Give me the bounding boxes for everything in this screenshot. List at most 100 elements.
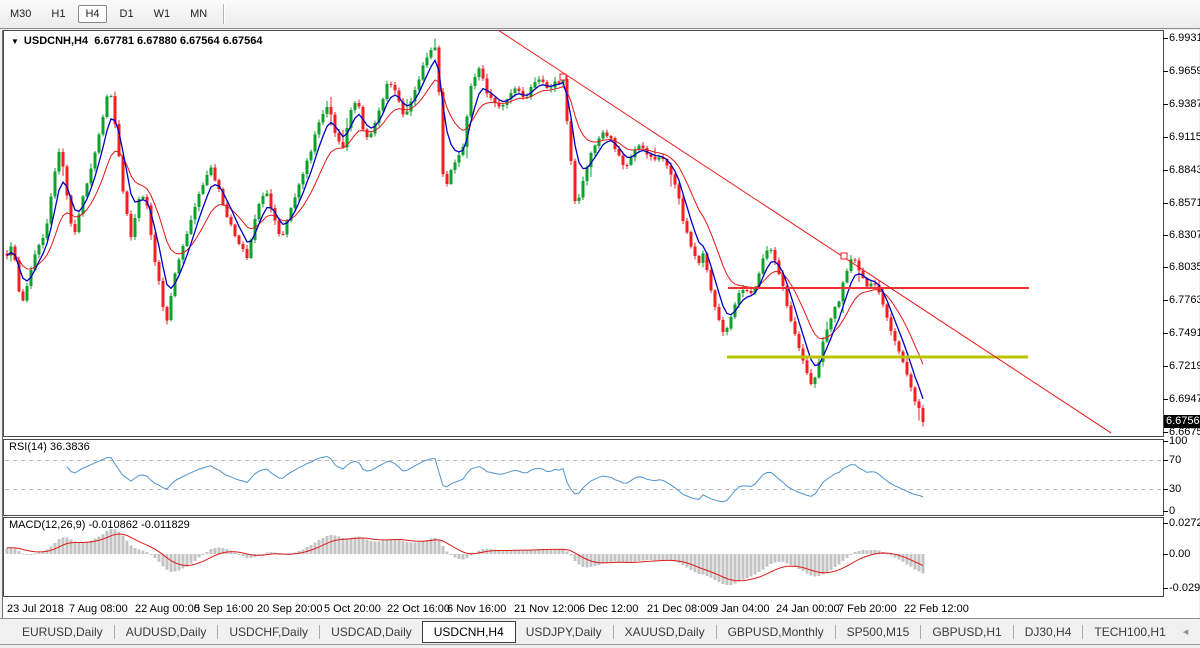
mt4-window: M30 H1 H4 D1 W1 MN ▼ USDCNH,H4 6.67781 6.67880…	[0, 0, 1200, 648]
time-axis-label: 5 Sep 16:00	[194, 603, 253, 615]
time-axis-label: 21 Nov 12:00	[514, 603, 579, 615]
chart-symbol: USDCNH,H4	[24, 35, 88, 47]
tab-separator	[1082, 625, 1083, 639]
time-axis-label: 9 Jan 04:00	[712, 603, 770, 615]
ma-fast-line[interactable]	[7, 60, 923, 399]
tabs: EURUSD,DailyAUDUSD,DailyUSDCHF,DailyUSDC…	[12, 621, 1176, 643]
tab-separator	[920, 625, 921, 639]
axis-tick	[1163, 554, 1168, 555]
macd-axis-label: -0.029558	[1169, 582, 1200, 594]
chart-tab-audusd-daily[interactable]: AUDUSD,Daily	[116, 621, 217, 643]
axis-tick	[1163, 170, 1168, 171]
time-axis-label: 23 Jul 2018	[7, 603, 64, 615]
axis-tick	[1163, 104, 1168, 105]
axis-tick	[1163, 333, 1168, 334]
axis-tick	[1163, 267, 1168, 268]
chart-tab-usdjpy-daily[interactable]: USDJPY,Daily	[516, 621, 612, 643]
tab-nav: ◂ ▸	[1176, 625, 1200, 638]
trendline-handle[interactable]	[841, 253, 847, 259]
chart-window: ▼ USDCNH,H4 6.67781 6.67880 6.67564 6.675…	[2, 30, 1199, 618]
time-axis[interactable]: 23 Jul 20187 Aug 08:0022 Aug 00:005 Sep …	[3, 598, 1164, 618]
macd-axis-label: 0.027219	[1169, 517, 1200, 529]
chart-tab-tech100-h1[interactable]: TECH100,H1	[1084, 621, 1175, 643]
time-axis-label: 21 Dec 08:00	[647, 603, 712, 615]
time-axis-label: 6 Nov 16:00	[447, 603, 506, 615]
rsi-line	[67, 457, 923, 502]
tab-separator	[1013, 625, 1014, 639]
rsi-axis-label: 70	[1169, 454, 1181, 466]
time-axis-label: 22 Oct 16:00	[387, 603, 450, 615]
chart-tab-usdcad-daily[interactable]: USDCAD,Daily	[321, 621, 422, 643]
price-axis-label: 6.72190	[1169, 360, 1200, 372]
rsi-label: RSI(14) 36.3836	[9, 441, 90, 453]
price-axis-label: 6.77630	[1169, 294, 1200, 306]
timeframe-button-h1[interactable]: H1	[44, 5, 72, 23]
timeframe-button-m30[interactable]: M30	[3, 5, 38, 23]
axis-tick	[1163, 441, 1168, 442]
current-price-marker: 6.67564	[1164, 415, 1200, 428]
trendline-handle[interactable]	[560, 74, 566, 80]
price-chart-canvas[interactable]	[3, 30, 1164, 437]
tab-scroll-left-icon[interactable]: ◂	[1176, 625, 1196, 638]
chart-tab-gbpusd-h1[interactable]: GBPUSD,H1	[922, 621, 1011, 643]
axis-tick	[1163, 366, 1168, 367]
chart-tab-usdchf-daily[interactable]: USDCHF,Daily	[219, 621, 318, 643]
price-axis-label: 6.83070	[1169, 229, 1200, 241]
time-axis-label: 7 Feb 20:00	[838, 603, 897, 615]
axis-tick	[1163, 300, 1168, 301]
chart-tab-xauusd-daily[interactable]: XAUUSD,Daily	[615, 621, 715, 643]
axis-tick	[1163, 489, 1168, 490]
axis-tick	[1163, 235, 1168, 236]
price-axis-label: 6.85710	[1169, 197, 1200, 209]
axis-tick	[1163, 588, 1168, 589]
rsi-axis-label: 100	[1169, 435, 1187, 447]
trendline[interactable]	[498, 30, 1111, 433]
rsi-axis-label: 30	[1169, 483, 1181, 495]
price-axis-label: 6.88430	[1169, 164, 1200, 176]
ma-slow-line[interactable]	[7, 80, 923, 364]
price-axis-label: 6.99310	[1169, 32, 1200, 44]
axis-tick	[1163, 523, 1168, 524]
tab-separator	[217, 625, 218, 639]
axis-tick	[1163, 432, 1168, 433]
rsi-axis-label: 0	[1169, 505, 1175, 517]
chart-tab-eurusd-daily[interactable]: EURUSD,Daily	[12, 621, 113, 643]
tab-separator	[114, 625, 115, 639]
time-axis-label: 22 Aug 00:00	[135, 603, 200, 615]
tab-scroll-right-icon[interactable]: ▸	[1195, 625, 1200, 638]
chart-tab-sp500-m15[interactable]: SP500,M15	[837, 621, 920, 643]
time-axis-label: 5 Oct 20:00	[324, 603, 381, 615]
axis-tick	[1163, 399, 1168, 400]
chart-ohlc: 6.67781 6.67880 6.67564 6.67564	[94, 35, 262, 47]
chart-dropdown-icon[interactable]: ▼	[11, 37, 19, 46]
chart-tab-usdcnh-h4[interactable]: USDCNH,H4	[422, 621, 516, 643]
price-axis-label: 6.91150	[1169, 131, 1200, 143]
price-axis-label: 6.80350	[1169, 261, 1200, 273]
chart-tab-gbpusd-monthly[interactable]: GBPUSD,Monthly	[718, 621, 834, 643]
timeframe-button-h4[interactable]: H4	[78, 5, 106, 23]
axis-tick	[1163, 137, 1168, 138]
axis-tick	[1163, 38, 1168, 39]
tab-separator	[716, 625, 717, 639]
tab-separator	[613, 625, 614, 639]
tab-separator	[319, 625, 320, 639]
price-axis-label: 6.93870	[1169, 98, 1200, 110]
axis-tick	[1163, 511, 1168, 512]
macd-axis-label: 0.00	[1169, 548, 1190, 560]
chart-title: ▼ USDCNH,H4 6.67781 6.67880 6.67564 6.675…	[11, 35, 262, 47]
chart-tab-row: EURUSD,DailyAUDUSD,DailyUSDCHF,DailyUSDC…	[0, 619, 1200, 645]
timeframe-toolbar: M30 H1 H4 D1 W1 MN	[0, 0, 1200, 29]
timeframe-button-w1[interactable]: W1	[147, 5, 178, 23]
chart-tab-dj30-h4[interactable]: DJ30,H4	[1015, 621, 1082, 643]
price-axis-label: 6.74910	[1169, 327, 1200, 339]
tab-separator	[835, 625, 836, 639]
axis-tick	[1163, 203, 1168, 204]
rsi-canvas[interactable]	[3, 439, 1164, 516]
time-axis-label: 22 Feb 12:00	[904, 603, 969, 615]
macd-label: MACD(12,26,9) -0.010862 -0.011829	[9, 519, 190, 531]
toolbar-separator	[223, 4, 225, 24]
axis-tick	[1163, 71, 1168, 72]
timeframe-button-d1[interactable]: D1	[113, 5, 141, 23]
chart-tab-bar: EURUSD,DailyAUDUSD,DailyUSDCHF,DailyUSDC…	[0, 618, 1200, 648]
timeframe-button-mn[interactable]: MN	[183, 5, 214, 23]
